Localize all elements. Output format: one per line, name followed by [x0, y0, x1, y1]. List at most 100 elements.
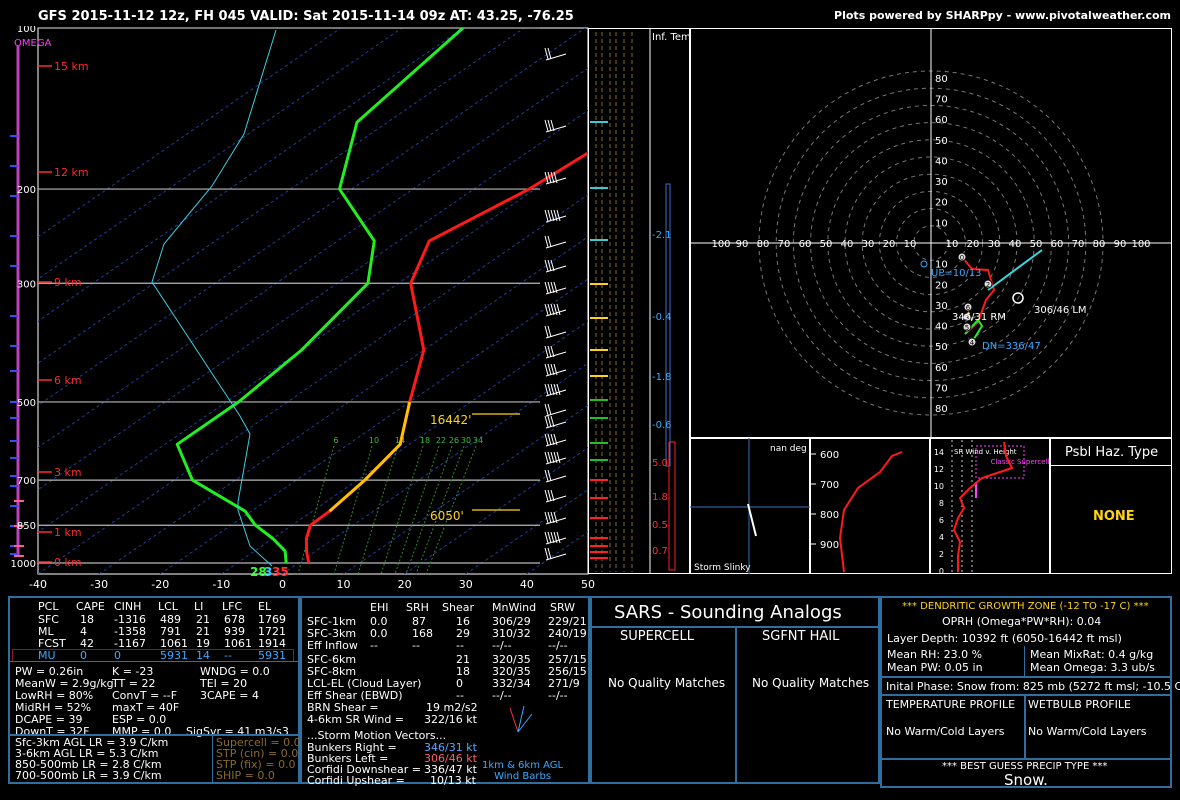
mixing-ratio-label: 26: [449, 436, 459, 445]
pressure-label: 850: [17, 521, 36, 532]
kinematic-cell: --: [412, 639, 420, 652]
hodo-ring-label-lower: 40: [935, 322, 948, 333]
height-label: 1 km: [54, 526, 82, 539]
hodo-ring-label: 40: [935, 156, 948, 167]
kinematic-cell: --: [456, 639, 464, 652]
hodo-km-marker: 6: [966, 304, 971, 312]
sfc-temp-label: 35: [272, 565, 289, 579]
el-header: EL: [258, 600, 272, 613]
hodo-ring-label-lower: 50: [935, 342, 948, 353]
initial-phase: Inital Phase: Snow from: 825 mb (5272 ft…: [886, 680, 1180, 693]
precip-type-panel: *** BEST GUESS PRECIP TYPE *** Snow.: [880, 758, 1172, 788]
composite-index: SHIP = 0.0: [216, 769, 275, 782]
srwind-title: SR Wind v. Height: [954, 448, 1017, 456]
temp-label: 10: [337, 578, 351, 591]
height-label: 3 km: [54, 466, 82, 479]
hodo-ring-label-lower: 20: [935, 280, 948, 291]
hodo-ring-label: 80: [935, 74, 948, 85]
dgz-mean-omega: Mean Omega: 3.3 ub/s: [1030, 661, 1155, 674]
inferred-temp-label: -1.8: [652, 372, 672, 383]
temp-profile-result: No Warm/Cold Layers: [886, 725, 1005, 738]
hodo-ring-label: 70: [935, 95, 948, 106]
lapse-rate: 700-500mb LR = 3.9 C/km: [15, 769, 162, 782]
mixing-ratio-label: 6: [333, 436, 338, 445]
mixing-ratio-label: 18: [420, 436, 430, 445]
mnwind-header: MnWind: [492, 601, 537, 614]
inferred-temp-title: Inf. Temp.: [652, 32, 690, 43]
temp-label: 30: [459, 578, 473, 591]
hodo-ring-label: 50: [935, 136, 948, 147]
srwind-ytick: 6: [939, 516, 944, 525]
initial-phase-panel: Inital Phase: Snow from: 825 mb (5272 ft…: [880, 676, 1180, 696]
srh-header: SRH: [406, 601, 429, 614]
wetbulb-profile-title: WETBULB PROFILE: [1028, 698, 1131, 711]
hodo-axis-label: 100: [711, 239, 730, 250]
dgz-layer-depth: Layer Depth: 10392 ft (6050-16442 ft msl…: [887, 632, 1122, 645]
dgz-panel: *** DENDRITIC GROWTH ZONE (-12 TO -17 C)…: [880, 596, 1172, 678]
temp-label: 50: [581, 578, 595, 591]
classic-supercell-label: Classic Supercell: [991, 458, 1050, 466]
srwind-ytick: 14: [934, 448, 944, 457]
kinematic-cell: --: [370, 639, 378, 652]
hodo-dn-label: DN=336/47: [982, 341, 1041, 352]
mixing-ratio-label: 10: [369, 436, 379, 445]
lapse-divider: [212, 736, 213, 782]
mixing-ratio-label: 34: [473, 436, 483, 445]
ehi-header: EHI: [370, 601, 389, 614]
hodo-km-marker: 0: [960, 254, 964, 262]
hodo-axis-label: 50: [820, 239, 833, 250]
inferred-temp-panel: Inf. Temp. -2.1 -0.4 -1.8 -0.6 5.0 1.8 0.5 0.7: [588, 28, 690, 574]
hodo-km-marker: 4: [970, 339, 975, 347]
skewt-panel: 6 10 14 18 22 26 30 34 16442' 6050' 10020030050…: [10, 26, 690, 591]
pressure-label: 500: [17, 398, 36, 409]
sars-panel: SARS - Sounding Analogs SUPERCELL SGFNT …: [590, 596, 880, 784]
pressure-label: 200: [17, 185, 36, 196]
parcel-panel: PCL CAPE CINH LCL LI LFC EL SFC 18 -1316 48…: [8, 596, 300, 738]
hodo-km-marker: 5: [965, 324, 969, 332]
hazard-divider: [1051, 465, 1171, 466]
temp-label: 20: [398, 578, 412, 591]
lcl-header: LCL: [158, 600, 178, 613]
mini-barb-1km: [509, 707, 519, 733]
hodo-axis-label: 70: [778, 239, 791, 250]
kinematics-panel: EHI SRH Shear MnWind SRW SFC-1km 0.0 87 16 3…: [300, 596, 590, 787]
theta-e-panel: 600 700 800 900: [810, 438, 930, 574]
height-label: 0 km: [54, 556, 82, 569]
lapse-panel: Sfc-3km AGL LR = 3.9 C/km 3-6km AGL LR = …: [8, 734, 301, 784]
sars-hail-label: SGFNT HAIL: [762, 629, 840, 644]
corfidi-up-label: Corfidi Upshear =: [307, 774, 405, 787]
temp-label: 40: [520, 578, 534, 591]
temp-label: 0: [279, 578, 286, 591]
height-label: 6 km: [54, 374, 82, 387]
pressure-label: 1000: [11, 559, 36, 570]
cape-header: CAPE: [76, 600, 105, 613]
mixing-ratio-label: 30: [461, 436, 471, 445]
dgz-mean-rh: Mean RH: 23.0 %: [887, 648, 983, 661]
temp-label: -20: [151, 578, 169, 591]
dgz-bottom-label: 6050': [430, 509, 464, 523]
inferred-temp-label: -2.1: [652, 230, 672, 241]
theta-pressure-label: 700: [820, 480, 839, 491]
hodo-axis-label: 60: [1051, 239, 1064, 250]
hodo-axis-label: 40: [1009, 239, 1022, 250]
barb-note: 1km & 6km AGL Wind Barbs: [482, 760, 564, 782]
hodo-axis-label: 30: [988, 239, 1001, 250]
dgz-top-label: 16442': [430, 413, 471, 427]
hodo-axis-label: 90: [1114, 239, 1127, 250]
hodo-axis-label: 10: [946, 239, 959, 250]
sars-hail-result: No Quality Matches: [752, 676, 870, 690]
hazard-panel: Psbl Haz. Type NONE: [1050, 438, 1172, 574]
inferred-temp-label: -0.6: [652, 420, 672, 431]
kinematic-cell: --/--: [548, 639, 568, 652]
storm-slinky-panel: nan deg Storm Slinky: [690, 438, 810, 574]
index-value: 3CAPE = 4: [200, 689, 259, 702]
temp-label: -30: [90, 578, 108, 591]
shear-header: Shear: [442, 601, 474, 614]
hodo-axis-label: 40: [841, 239, 854, 250]
pressure-label: 100: [17, 26, 36, 35]
hazard-value: NONE: [1093, 509, 1135, 524]
sars-supercell-result: No Quality Matches: [608, 676, 726, 690]
mini-barb-plot: [509, 705, 533, 733]
theta-pressure-label: 800: [820, 510, 839, 521]
hodo-axis-label: 90: [736, 239, 749, 250]
